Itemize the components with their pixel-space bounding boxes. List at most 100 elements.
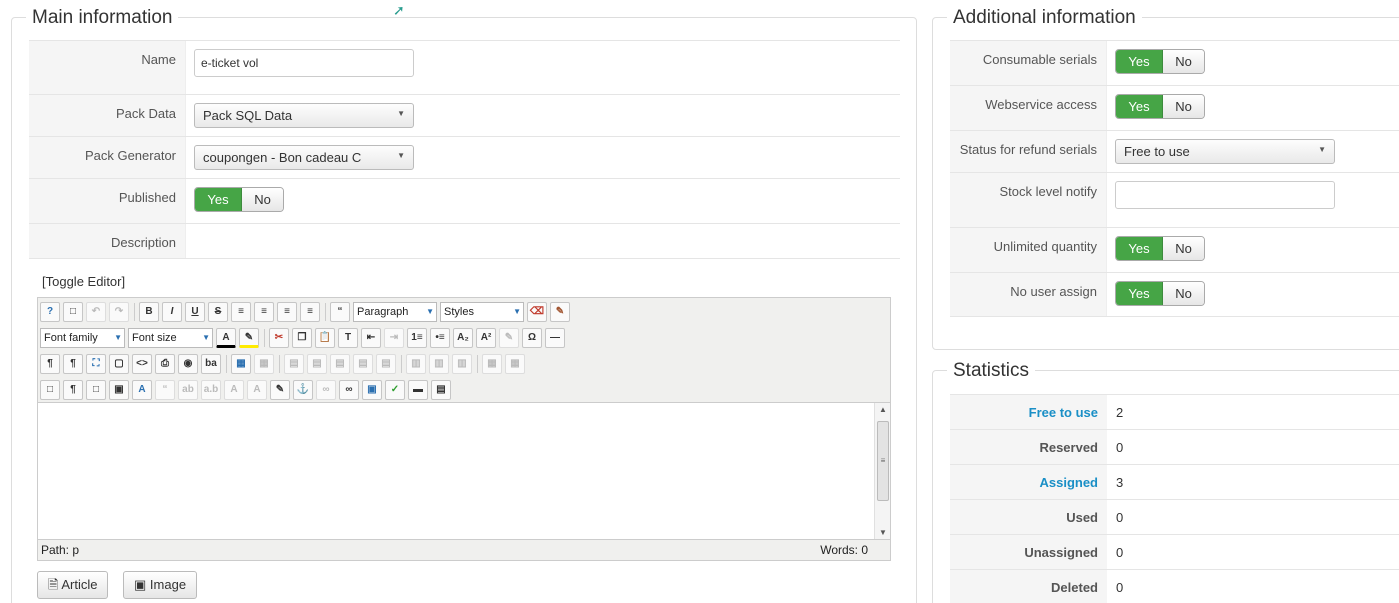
rtl-icon[interactable]: ¶ xyxy=(63,354,83,374)
toolbar-separator xyxy=(325,303,326,321)
spellcheck-icon[interactable]: ✓ xyxy=(385,380,405,400)
split-cells-icon[interactable]: ▦ xyxy=(482,354,502,374)
outdent-icon[interactable]: ⇤ xyxy=(361,328,381,348)
strikethrough-button[interactable]: S xyxy=(208,302,228,322)
unlink-icon[interactable]: ∞ xyxy=(316,380,336,400)
copy-icon[interactable]: ❐ xyxy=(292,328,312,348)
special-char-button[interactable]: Ω xyxy=(522,328,542,348)
align-left-icon[interactable]: ≡ xyxy=(277,302,297,322)
bold-button[interactable]: B xyxy=(139,302,159,322)
font-size-select[interactable]: Font size ▼ xyxy=(128,328,213,348)
styles-select[interactable]: Styles ▼ xyxy=(440,302,524,322)
spellcheck-icon[interactable]: ✎ xyxy=(499,328,519,348)
table-icon[interactable]: ▦ xyxy=(231,354,251,374)
cell-props-icon[interactable]: ▤ xyxy=(307,354,327,374)
cite-icon[interactable]: “ xyxy=(155,380,175,400)
webservice-yes-button[interactable]: Yes xyxy=(1116,95,1163,118)
del-icon[interactable]: A xyxy=(224,380,244,400)
row-props-icon[interactable]: ▤ xyxy=(284,354,304,374)
merge-cells-icon[interactable]: ▦ xyxy=(505,354,525,374)
text-color-icon[interactable]: A xyxy=(216,328,236,348)
source-code-icon[interactable]: <> xyxy=(132,354,152,374)
abbr-icon[interactable]: ab xyxy=(178,380,198,400)
paste-text-icon[interactable]: T xyxy=(338,328,358,348)
delete-table-icon[interactable]: ▦ xyxy=(254,354,274,374)
webservice-no-button[interactable]: No xyxy=(1163,95,1204,118)
indent-icon[interactable]: ⇥ xyxy=(384,328,404,348)
scroll-down-icon[interactable]: ▼ xyxy=(879,528,887,537)
style-props-icon[interactable]: A xyxy=(132,380,152,400)
delete-row-icon[interactable]: ▤ xyxy=(376,354,396,374)
no-user-assign-yes-button[interactable]: Yes xyxy=(1116,282,1163,305)
picture-icon: ▣ xyxy=(134,577,147,592)
stock-level-input[interactable] xyxy=(1115,181,1335,209)
insert-row-after-icon[interactable]: ▤ xyxy=(353,354,373,374)
insert-row-before-icon[interactable]: ▤ xyxy=(330,354,350,374)
article-button[interactable]: 🗎 Article xyxy=(37,571,109,599)
delete-col-icon[interactable]: ▥ xyxy=(452,354,472,374)
acronym-icon[interactable]: a.b xyxy=(201,380,221,400)
nonbreaking-icon[interactable]: ▣ xyxy=(109,380,129,400)
pack-data-select[interactable]: Pack SQL Data ▼ xyxy=(194,103,414,128)
published-toggle: Yes No xyxy=(194,187,284,212)
name-input[interactable] xyxy=(194,49,414,77)
consumable-yes-button[interactable]: Yes xyxy=(1116,50,1163,73)
link-icon[interactable]: ∞ xyxy=(339,380,359,400)
hr-icon[interactable]: ▬ xyxy=(408,380,428,400)
stat-label-link[interactable]: Assigned xyxy=(950,465,1107,499)
subscript-button[interactable]: A₂ xyxy=(453,328,473,348)
help-icon[interactable]: ? xyxy=(40,302,60,322)
block-format-select[interactable]: Paragraph ▼ xyxy=(353,302,437,322)
published-yes-button[interactable]: Yes xyxy=(195,188,242,211)
scroll-thumb[interactable]: ≡ xyxy=(877,421,889,501)
ins-icon[interactable]: A xyxy=(247,380,267,400)
paste-icon[interactable]: 📋 xyxy=(315,328,335,348)
no-user-assign-no-button[interactable]: No xyxy=(1163,282,1204,305)
scroll-up-icon[interactable]: ▲ xyxy=(879,405,887,414)
align-center-icon[interactable]: ≡ xyxy=(254,302,274,322)
cut-icon[interactable]: ✂ xyxy=(269,328,289,348)
anchor-icon[interactable]: ⚓ xyxy=(293,380,313,400)
highlight-color-icon[interactable]: ✎ xyxy=(239,328,259,348)
align-right-icon[interactable]: ≡ xyxy=(300,302,320,322)
editor-scrollbar[interactable]: ▲ ≡ ▼ xyxy=(874,403,890,539)
editor-content-area[interactable]: ▲ ≡ ▼ xyxy=(38,402,890,540)
visual-aid-icon[interactable]: □ xyxy=(40,380,60,400)
blockquote-button[interactable]: “ xyxy=(330,302,350,322)
superscript-button[interactable]: A² xyxy=(476,328,496,348)
redo-icon[interactable]: ↷ xyxy=(109,302,129,322)
insert-col-after-icon[interactable]: ▥ xyxy=(429,354,449,374)
undo-icon[interactable]: ↶ xyxy=(86,302,106,322)
eraser-icon[interactable]: ⌫ xyxy=(527,302,547,322)
align-justify-icon[interactable]: ≡ xyxy=(231,302,251,322)
cleanup-broom-icon[interactable]: ✎ xyxy=(550,302,570,322)
image-icon[interactable]: ▣ xyxy=(362,380,382,400)
show-blocks-icon[interactable]: ¶ xyxy=(63,380,83,400)
unlimited-no-button[interactable]: No xyxy=(1163,237,1204,260)
unlimited-yes-button[interactable]: Yes xyxy=(1116,237,1163,260)
template-icon[interactable]: □ xyxy=(86,380,106,400)
image-button[interactable]: ▣ Image xyxy=(123,571,198,599)
italic-button[interactable]: I xyxy=(162,302,182,322)
consumable-no-button[interactable]: No xyxy=(1163,50,1204,73)
print-icon[interactable]: ⎙ xyxy=(155,354,175,374)
attributes-icon[interactable]: ✎ xyxy=(270,380,290,400)
fullscreen-icon[interactable]: ⛶ xyxy=(86,354,106,374)
new-document-icon[interactable]: □ xyxy=(63,302,83,322)
replace-icon[interactable]: ba xyxy=(201,354,221,374)
pack-generator-select[interactable]: coupongen - Bon cadeau C ▼ xyxy=(194,145,414,170)
media-icon[interactable]: ▤ xyxy=(431,380,451,400)
search-icon[interactable]: ◉ xyxy=(178,354,198,374)
published-no-button[interactable]: No xyxy=(242,188,283,211)
toggle-editor-link[interactable]: [Toggle Editor] xyxy=(42,274,125,289)
insert-col-before-icon[interactable]: ▥ xyxy=(406,354,426,374)
horizontal-rule-icon[interactable]: — xyxy=(545,328,565,348)
refund-status-select[interactable]: Free to use ▼ xyxy=(1115,139,1335,164)
bullet-list-icon[interactable]: •≡ xyxy=(430,328,450,348)
numbered-list-icon[interactable]: 1≡ xyxy=(407,328,427,348)
ltr-icon[interactable]: ¶ xyxy=(40,354,60,374)
font-family-select[interactable]: Font family ▼ xyxy=(40,328,125,348)
preview-icon[interactable]: ▢ xyxy=(109,354,129,374)
stat-label-link[interactable]: Free to use xyxy=(950,395,1107,429)
underline-button[interactable]: U xyxy=(185,302,205,322)
